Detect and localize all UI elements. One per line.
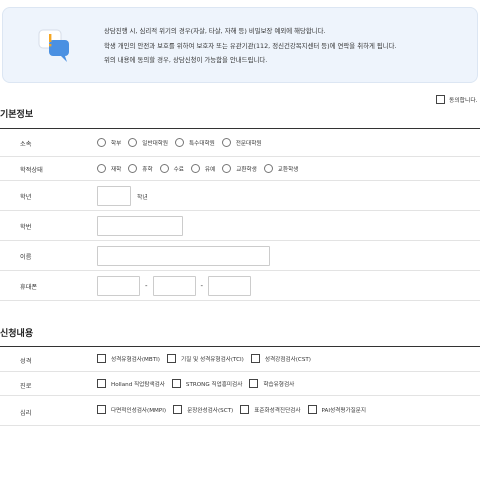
name-input[interactable] (97, 246, 270, 266)
checkbox[interactable] (307, 405, 317, 414)
phone-input-2[interactable] (152, 276, 196, 296)
notice-line: 학생 개인의 안전과 보호를 위하여 보호자 또는 유관기관(112, 정신건강… (104, 41, 397, 50)
option-label: 문장완성검사(SCT) (187, 407, 234, 414)
option-label: 특수대학원 (189, 140, 215, 147)
radio-button[interactable] (190, 164, 200, 173)
checkbox[interactable] (166, 354, 176, 363)
status-option[interactable]: 재학 (97, 164, 121, 173)
agree-checkbox[interactable] (436, 95, 445, 104)
option-label: 기질 및 성격유형검사(TCI) (180, 356, 244, 363)
section-title-apply: 신청내용 (0, 329, 34, 339)
affiliation-option[interactable]: 특수대학원 (175, 138, 215, 147)
option-label: 성격유형검사(MBTI) (111, 356, 160, 363)
option-label: STRONG 직업흥미검사 (185, 381, 243, 388)
option-label: 성격강점검사(CST) (264, 356, 311, 363)
affiliation-option[interactable]: 학부 (97, 138, 121, 147)
status-option[interactable]: 교환학생 (222, 164, 257, 173)
checkbox[interactable] (171, 379, 181, 388)
checkbox[interactable] (173, 405, 183, 414)
option-label: 표준화성격진단검사 (254, 407, 301, 414)
radio-button[interactable] (128, 138, 138, 147)
option-label: 수료 (173, 166, 184, 173)
radio-button[interactable] (175, 138, 185, 147)
grade-input[interactable] (97, 186, 131, 206)
personality-row: 성격 성격유형검사(MBTI) 기질 및 성격유형검사(TCI) 성격강점검사(… (0, 347, 480, 372)
status-option[interactable]: 휴학 (128, 164, 153, 173)
phone-label: 휴대폰 (20, 284, 38, 291)
option-label: PAI성격평가질문지 (321, 407, 367, 414)
phone-row: 휴대폰 - - (0, 271, 480, 301)
student-id-row: 학번 (0, 211, 480, 241)
phone-separator: - (200, 282, 204, 290)
student-id-input[interactable] (97, 216, 183, 236)
grade-unit: 학년 (137, 194, 148, 201)
notice-line: 위의 내용에 동의할 경우, 상담신청이 가능함을 안내드립니다. (104, 56, 268, 64)
checkbox[interactable] (97, 405, 106, 414)
mental-option[interactable]: PAI성격평가질문지 (307, 405, 367, 414)
affiliation-row: 소속 학부 일반대학원 특수대학원 전문대학원 (0, 129, 480, 157)
option-label: 교환학생 (277, 166, 299, 173)
mental-option[interactable]: 문장완성검사(SCT) (173, 405, 233, 414)
phone-input-3[interactable] (208, 276, 252, 296)
mental-option[interactable]: 다면적인성검사(MMPI) (97, 405, 166, 414)
option-label: 전문대학원 (235, 140, 262, 147)
radio-button[interactable] (222, 164, 232, 173)
personality-option[interactable]: 성격강점검사(CST) (250, 354, 311, 363)
status-option[interactable]: 수료 (159, 164, 184, 173)
checkbox[interactable] (240, 405, 250, 414)
section-title-basic: 기본정보 (0, 110, 34, 120)
option-label: 학부 (111, 140, 122, 147)
option-label: 다면적인성검사(MMPI) (111, 407, 167, 414)
option-label: Holland 직업탐색검사 (111, 381, 165, 388)
career-option[interactable]: 학습유형검사 (249, 379, 294, 388)
checkbox[interactable] (250, 354, 260, 363)
personality-label: 성격 (20, 358, 32, 365)
career-option[interactable]: STRONG 직업흥미검사 (171, 379, 243, 388)
option-label: 유예 (204, 166, 216, 173)
radio-button[interactable] (221, 138, 231, 147)
name-row: 이름 (0, 241, 480, 271)
mental-label: 심리 (20, 410, 32, 417)
radio-button[interactable] (159, 164, 169, 173)
privacy-notice: 상담진행 시, 심리적 위기의 경우(자살, 타살, 자해 등) 비밀보장 예외… (2, 7, 478, 83)
agree-checkbox-group[interactable]: 동의합니다. (436, 95, 478, 104)
phone-input-1[interactable] (97, 276, 140, 296)
affiliation-option[interactable]: 일반대학원 (128, 138, 168, 147)
career-option[interactable]: Holland 직업탐색검사 (97, 379, 165, 388)
affiliation-label: 소속 (20, 141, 32, 148)
mental-option[interactable]: 표준화성격진단검사 (240, 405, 301, 414)
status-option[interactable]: 유예 (190, 164, 216, 173)
grade-row: 학년 학년 (0, 181, 480, 211)
mental-row: 심리 다면적인성검사(MMPI) 문장완성검사(SCT) 표준화성격진단검사 P… (0, 396, 480, 426)
radio-button[interactable] (263, 164, 273, 173)
career-label: 진로 (20, 383, 32, 390)
option-label: 학습유형검사 (263, 381, 295, 388)
personality-option[interactable]: 성격유형검사(MBTI) (97, 354, 160, 363)
grade-label: 학년 (20, 194, 32, 201)
option-label: 교환학생 (236, 166, 257, 173)
checkbox[interactable] (97, 379, 106, 388)
name-label: 이름 (20, 254, 32, 261)
affiliation-option[interactable]: 전문대학원 (221, 138, 262, 147)
checkbox[interactable] (249, 379, 259, 388)
option-label: 일반대학원 (142, 140, 169, 147)
personality-option[interactable]: 기질 및 성격유형검사(TCI) (166, 354, 244, 363)
student-id-label: 학번 (20, 224, 32, 231)
notice-line: 상담진행 시, 심리적 위기의 경우(자살, 타살, 자해 등) 비밀보장 예외… (104, 27, 326, 35)
radio-button[interactable] (128, 164, 138, 173)
option-label: 휴학 (142, 166, 153, 173)
status-option[interactable]: 교환학생 (263, 164, 299, 173)
chat-warning-icon (38, 29, 69, 62)
phone-separator: - (145, 282, 148, 290)
career-row: 진로 Holland 직업탐색검사 STRONG 직업흥미검사 학습유형검사 (0, 372, 480, 396)
status-row: 학적상태 재학 휴학 수료 유예 교환학생 교환학생 (0, 157, 480, 181)
radio-button[interactable] (97, 164, 106, 173)
checkbox[interactable] (97, 354, 106, 363)
radio-button[interactable] (97, 138, 106, 147)
agree-label: 동의합니다. (449, 98, 478, 104)
status-label: 학적상태 (20, 167, 43, 174)
option-label: 재학 (111, 166, 122, 173)
